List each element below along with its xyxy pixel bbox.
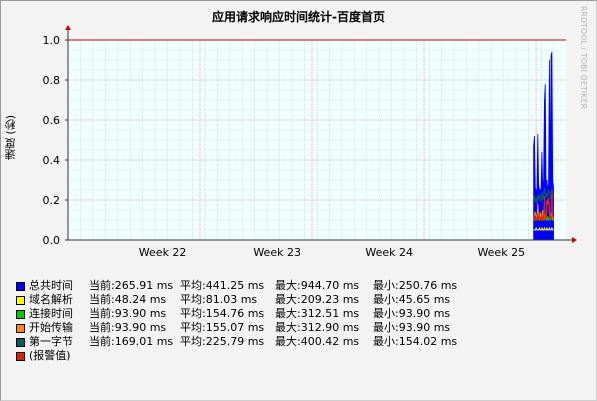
legend-row: 开始传输 当前:93.90 ms 平均:155.07 ms 最大:312.90 … xyxy=(16,321,463,335)
y-tick-label: 0.8 xyxy=(43,74,61,87)
legend-label: (报警值) xyxy=(29,349,71,362)
y-tick-label: 1.0 xyxy=(43,34,61,47)
legend-label: 第一字节 xyxy=(29,335,73,348)
y-tick-label: 0.0 xyxy=(43,234,61,247)
legend-label: 总共时间 xyxy=(29,279,73,292)
x-tick-label: Week 22 xyxy=(139,246,187,259)
legend-minimum: 最小:154.02 ms xyxy=(373,335,458,348)
legend-row: 总共时间 当前:265.91 ms 平均:441.25 ms 最大:944.70… xyxy=(16,279,463,293)
legend-label: 连接时间 xyxy=(29,307,73,320)
legend-average: 平均:225.79 ms xyxy=(180,335,265,348)
legend-maximum: 最大:312.90 ms xyxy=(275,321,360,334)
y-axis-arrow xyxy=(65,25,71,30)
x-tick-label: Week 24 xyxy=(365,246,413,259)
legend-swatch xyxy=(16,309,25,319)
legend-label: 域名解析 xyxy=(29,293,73,306)
legend-minimum: 最小:45.65 ms xyxy=(373,293,451,306)
legend-minimum: 最小:93.90 ms xyxy=(373,321,451,334)
legend-maximum: 最大:209.23 ms xyxy=(275,293,360,306)
y-tick-label: 0.6 xyxy=(43,114,61,127)
legend: 总共时间 当前:265.91 ms 平均:441.25 ms 最大:944.70… xyxy=(16,279,463,363)
y-tick-label: 0.4 xyxy=(43,154,61,167)
legend-row: 连接时间 当前:93.90 ms 平均:154.76 ms 最大:312.51 … xyxy=(16,307,463,321)
legend-swatch xyxy=(16,323,25,333)
legend-average: 平均:81.03 ms xyxy=(180,293,258,306)
legend-label: 开始传输 xyxy=(29,321,73,334)
chart-plot: 0.0 0.2 0.4 0.6 0.8 1.0 Week 22 Week 23 Week 24 W… xyxy=(43,25,577,259)
legend-swatch xyxy=(16,295,25,305)
legend-current: 当前:265.91 ms xyxy=(89,279,174,292)
x-tick-label: Week 25 xyxy=(477,246,525,259)
legend-current: 当前:93.90 ms xyxy=(89,321,167,334)
legend-minimum: 最小:93.90 ms xyxy=(373,307,451,320)
legend-current: 当前:93.90 ms xyxy=(89,307,167,320)
legend-swatch xyxy=(16,351,25,361)
legend-average: 平均:154.76 ms xyxy=(180,307,265,320)
legend-swatch xyxy=(16,337,25,347)
legend-maximum: 最大:312.51 ms xyxy=(275,307,360,320)
legend-maximum: 最大:400.42 ms xyxy=(275,335,360,348)
legend-average: 平均:441.25 ms xyxy=(180,279,265,292)
y-tick-label: 0.2 xyxy=(43,194,61,207)
legend-swatch xyxy=(16,281,25,291)
legend-row: (报警值) xyxy=(16,349,463,363)
legend-minimum: 最小:250.76 ms xyxy=(373,279,458,292)
legend-current: 当前:48.24 ms xyxy=(89,293,167,306)
legend-average: 平均:155.07 ms xyxy=(180,321,265,334)
legend-row: 域名解析 当前:48.24 ms 平均:81.03 ms 最大:209.23 m… xyxy=(16,293,463,307)
x-tick-label: Week 23 xyxy=(253,246,301,259)
x-axis-arrow xyxy=(572,237,577,243)
legend-row: 第一字节 当前:169.01 ms 平均:225.79 ms 最大:400.42… xyxy=(16,335,463,349)
legend-maximum: 最大:944.70 ms xyxy=(275,279,360,292)
legend-current: 当前:169.01 ms xyxy=(89,335,174,348)
